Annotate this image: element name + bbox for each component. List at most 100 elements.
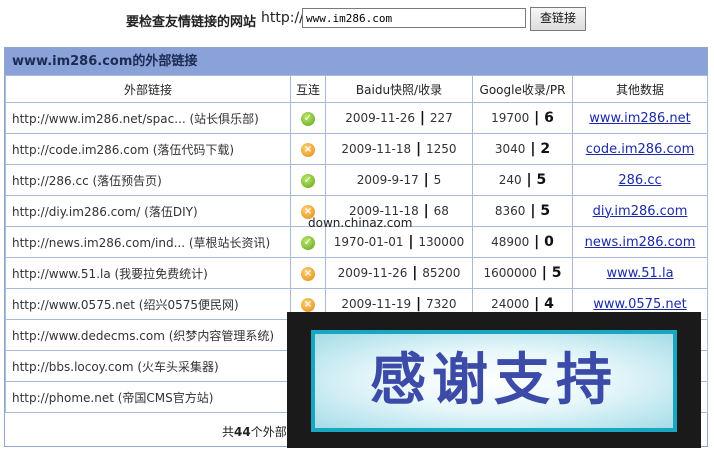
pagerank: 6 bbox=[544, 110, 554, 126]
baidu-count: 227 bbox=[429, 111, 453, 125]
link-cell: http://www.51.la (我要拉免费统计) bbox=[5, 257, 291, 289]
link-text: http://bbs.locoy.com (火车头采集器) bbox=[12, 359, 219, 374]
separator: | bbox=[418, 172, 434, 188]
cross-icon: × bbox=[301, 143, 315, 157]
other-data-link[interactable]: code.im286.com bbox=[586, 142, 694, 157]
col-baidu: Baidu快照/收录 bbox=[325, 75, 473, 103]
other-data-link[interactable]: 286.cc bbox=[618, 173, 661, 188]
url-prefix: http:// bbox=[261, 10, 304, 26]
other-cell: code.im286.com bbox=[572, 133, 708, 165]
col-google: Google收录/PR bbox=[472, 75, 573, 103]
baidu-count: 68 bbox=[433, 204, 449, 218]
separator: | bbox=[407, 265, 423, 281]
watermark: down.chinaz.com bbox=[308, 216, 413, 230]
mutual-cell: ✓ bbox=[290, 226, 326, 258]
panel-title: www.im286.com的外部链接 bbox=[5, 48, 707, 75]
pagerank: 5 bbox=[540, 203, 551, 219]
google-count: 48900 bbox=[491, 235, 530, 249]
thanks-text: 感谢支持 bbox=[370, 348, 618, 413]
mutual-cell: ✓ bbox=[290, 102, 326, 134]
link-cell: http://286.cc (落伍预告页) bbox=[5, 164, 291, 196]
separator: | bbox=[536, 265, 552, 281]
other-cell: 286.cc bbox=[572, 164, 708, 196]
google-cell: 240 | 5 bbox=[472, 164, 573, 196]
separator: | bbox=[525, 141, 541, 157]
link-cell: http://www.im286.net/spac... (站长俱乐部) bbox=[5, 102, 291, 134]
table-row: http://www.51.la (我要拉免费统计) × 2009-11-26 | … bbox=[5, 257, 708, 289]
footer-count: 44 bbox=[234, 425, 251, 439]
table-row: http://news.im286.com/ind... (草根站长资讯) ✓ 19… bbox=[5, 226, 708, 258]
search-label: 要检查友情链接的网站 bbox=[126, 15, 257, 30]
link-text: http://www.dedecms.com (织梦内容管理系统) bbox=[12, 328, 275, 343]
google-cell: 48900 | 0 bbox=[472, 226, 573, 258]
google-count: 240 bbox=[498, 173, 522, 187]
google-count: 3040 bbox=[494, 142, 526, 156]
pagerank: 5 bbox=[536, 172, 547, 188]
baidu-date: 2009-11-26 bbox=[337, 266, 408, 280]
thanks-banner: 感谢支持 bbox=[311, 330, 677, 432]
search-bar: 要检查友情链接的网站 http:// 查链接 bbox=[0, 0, 714, 40]
link-text: http://www.im286.net/spac... (站长俱乐部) bbox=[12, 111, 259, 126]
link-cell: http://bbs.locoy.com (火车头采集器) bbox=[5, 350, 291, 382]
baidu-date: 2009-9-17 bbox=[356, 173, 419, 187]
link-cell: http://phome.net (帝国CMS官方站) bbox=[5, 381, 291, 413]
other-data-link[interactable]: diy.im286.com bbox=[593, 204, 688, 219]
pagerank: 0 bbox=[544, 234, 554, 250]
pagerank: 4 bbox=[544, 296, 554, 312]
baidu-date: 2009-11-26 bbox=[345, 111, 415, 125]
separator: | bbox=[529, 110, 545, 126]
footer-prefix: 共 bbox=[222, 425, 235, 439]
baidu-date: 2009-11-19 bbox=[341, 297, 412, 311]
link-text: http://286.cc (落伍预告页) bbox=[12, 173, 162, 188]
baidu-count: 7320 bbox=[426, 297, 457, 311]
link-text: http://phome.net (帝国CMS官方站) bbox=[12, 390, 214, 405]
check-icon: ✓ bbox=[301, 236, 315, 250]
baidu-cell: 1970-01-01 | 130000 bbox=[325, 226, 473, 258]
baidu-cell: 2009-11-26 | 85200 bbox=[325, 257, 473, 289]
other-data-link[interactable]: www.0575.net bbox=[593, 297, 686, 312]
baidu-date: 1970-01-01 bbox=[333, 235, 404, 249]
baidu-cell: 2009-11-18 | 1250 bbox=[325, 133, 473, 165]
separator: | bbox=[418, 203, 434, 219]
separator: | bbox=[403, 234, 419, 250]
pagerank: 5 bbox=[551, 265, 562, 281]
google-cell: 19700 | 6 bbox=[472, 102, 573, 134]
col-mutual: 互连 bbox=[290, 75, 326, 103]
separator: | bbox=[529, 296, 545, 312]
google-cell: 3040 | 2 bbox=[472, 133, 573, 165]
baidu-count: 5 bbox=[433, 173, 442, 187]
google-count: 24000 bbox=[491, 297, 530, 311]
col-external-link: 外部链接 bbox=[5, 75, 291, 103]
other-data-link[interactable]: www.51.la bbox=[606, 266, 673, 281]
baidu-count: 85200 bbox=[422, 266, 461, 280]
check-links-button[interactable]: 查链接 bbox=[530, 7, 586, 31]
google-cell: 8360 | 5 bbox=[472, 195, 573, 227]
baidu-count: 130000 bbox=[418, 235, 465, 249]
link-cell: http://www.dedecms.com (织梦内容管理系统) bbox=[5, 319, 291, 351]
table-header-row: 外部链接 互连 Baidu快照/收录 Google收录/PR 其他数据 bbox=[5, 75, 708, 103]
footer-summary: 共44个外部 bbox=[222, 423, 287, 440]
link-cell: http://code.im286.com (落伍代码下载) bbox=[5, 133, 291, 165]
col-other: 其他数据 bbox=[572, 75, 708, 103]
separator: | bbox=[414, 110, 430, 126]
separator: | bbox=[529, 234, 545, 250]
link-text: http://www.51.la (我要拉免费统计) bbox=[12, 266, 208, 281]
other-data-link[interactable]: www.im286.net bbox=[589, 111, 690, 126]
separator: | bbox=[411, 296, 427, 312]
other-cell: www.im286.net bbox=[572, 102, 708, 134]
google-count: 19700 bbox=[491, 111, 530, 125]
other-cell: www.51.la bbox=[572, 257, 708, 289]
baidu-date: 2009-11-18 bbox=[341, 142, 412, 156]
other-cell: news.im286.com bbox=[572, 226, 708, 258]
thanks-overlay: 感谢支持 bbox=[287, 312, 701, 448]
google-cell: 1600000 | 5 bbox=[472, 257, 573, 289]
check-icon: ✓ bbox=[301, 174, 315, 188]
footer-suffix: 个外部 bbox=[250, 425, 287, 439]
baidu-cell: 2009-11-26 | 227 bbox=[325, 102, 473, 134]
url-input[interactable] bbox=[302, 8, 526, 28]
link-text: http://news.im286.com/ind... (草根站长资讯) bbox=[12, 235, 271, 250]
pagerank: 2 bbox=[540, 141, 551, 157]
mutual-cell: ✓ bbox=[290, 164, 326, 196]
other-data-link[interactable]: news.im286.com bbox=[585, 235, 696, 250]
mutual-cell: × bbox=[290, 133, 326, 165]
